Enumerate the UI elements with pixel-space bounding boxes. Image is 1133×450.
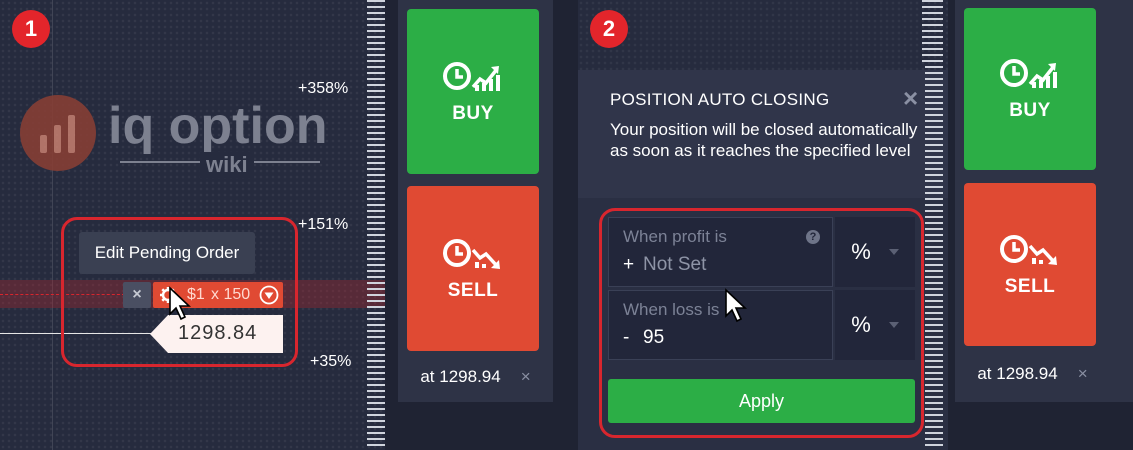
time-gridline [52, 0, 53, 450]
logo-sub-text: wiki [200, 152, 254, 178]
sell-label: SELL [447, 279, 499, 301]
dialog-description: Your position will be closed automatical… [610, 120, 918, 160]
sell-button[interactable]: SELL [407, 186, 539, 351]
highlight-box-1 [61, 217, 298, 367]
buy-button-2[interactable]: BUY [964, 8, 1096, 170]
auto-closing-dialog: POSITION AUTO CLOSING × Your position wi… [578, 70, 948, 450]
trade-column-2: BUY SELL at 1298.94 × [955, 0, 1133, 402]
iq-option-wiki-logo: iq option wiki [20, 95, 330, 185]
logo-brand-text: iq option [108, 97, 328, 155]
open-price-row-2: at 1298.94 × [955, 362, 1110, 386]
step-badge-1: 1 [12, 10, 50, 48]
logo-circle-icon [20, 95, 96, 171]
open-price-text: at 1298.94 [420, 367, 501, 386]
buy-clock-chart-icon [443, 61, 500, 91]
buy-clock-chart-icon [1000, 59, 1057, 88]
chart-panel-1: 1 iq option wiki Edit Pending Order × $1… [0, 0, 385, 450]
buy-button[interactable]: BUY [407, 9, 539, 174]
sell-clock-chart-icon [1000, 234, 1057, 265]
close-position-button-2[interactable]: × [1078, 364, 1088, 384]
close-position-button[interactable]: × [521, 367, 531, 387]
open-price-row: at 1298.94 × [398, 365, 553, 389]
sell-button-2[interactable]: SELL [964, 183, 1096, 346]
sell-label-2: SELL [1004, 275, 1056, 297]
buy-label: BUY [452, 102, 494, 124]
trade-column-1: BUY SELL at 1298.94 × [398, 0, 553, 402]
open-price-text-2: at 1298.94 [977, 364, 1058, 383]
scale-label-35: +35% [310, 353, 352, 370]
buy-label-2: BUY [1009, 100, 1051, 121]
dialog-title: POSITION AUTO CLOSING [610, 90, 830, 109]
highlight-box-2 [599, 208, 924, 438]
volume-scale [367, 0, 385, 450]
sell-clock-chart-icon [443, 238, 500, 269]
auto-closing-panel: 2 POSITION AUTO CLOSING × Your position … [578, 0, 948, 450]
step-badge-2: 2 [590, 10, 628, 48]
dialog-close-icon[interactable]: × [903, 83, 918, 114]
scale-label-358: +358% [298, 80, 349, 97]
scale-label-151: +151% [298, 216, 349, 233]
volume-scale-3 [925, 0, 943, 450]
